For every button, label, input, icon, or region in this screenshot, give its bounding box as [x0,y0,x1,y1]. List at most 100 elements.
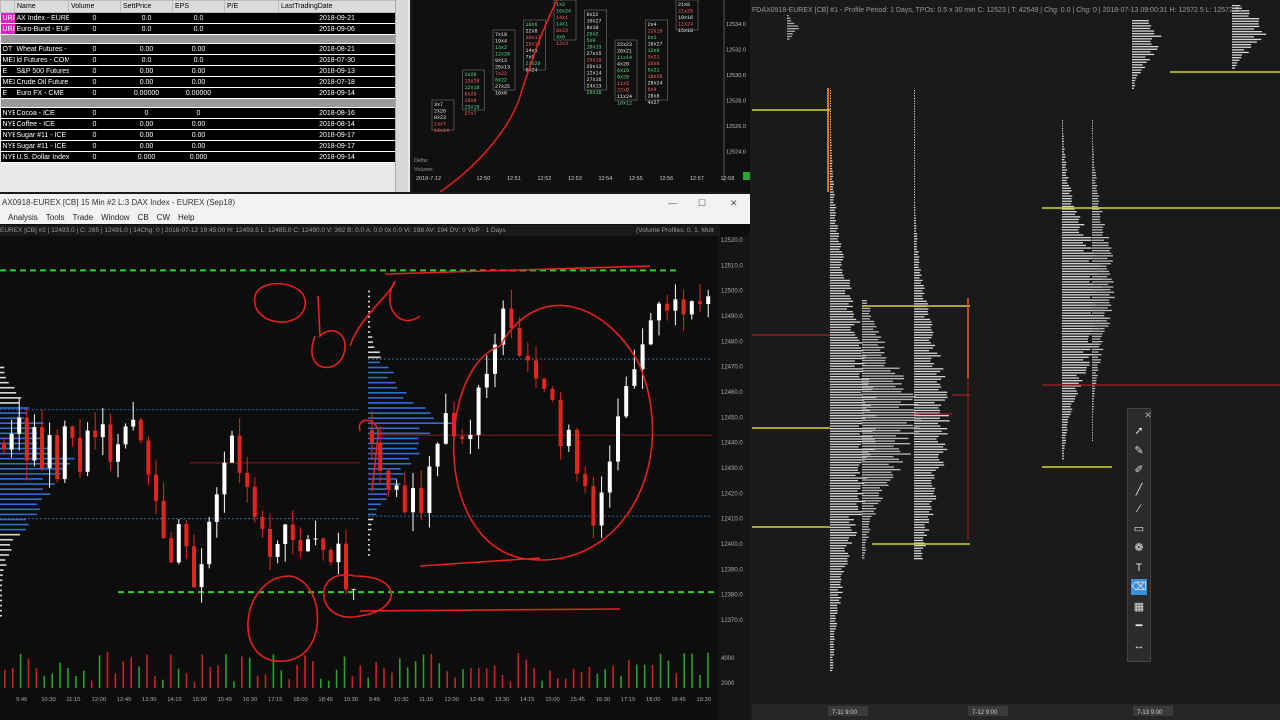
tpo-row [1062,421,1068,423]
volume-profile-bar [0,376,6,379]
footprint-cell: 10x16 [678,15,693,21]
tpo-row [830,511,863,513]
menu-cb[interactable]: CB [138,213,149,222]
tpo-row [1062,369,1087,371]
quote-row[interactable]: MEXld Futures - COM00.00.02018-07-30 [0,54,396,66]
quote-row[interactable]: NYBISugar #11 - ICE00.000.002018-09-17 [0,129,396,141]
quote-row[interactable]: UREXAX Index - EURE00.00.02018-09-21 [0,12,396,24]
menu-window[interactable]: Window [101,213,129,222]
toolbar-close-icon[interactable]: ✕ [1140,407,1156,423]
menu-analysis[interactable]: Analysis [8,213,38,222]
tpo-row [830,365,855,367]
tpo-row [1132,61,1147,63]
pattern-icon[interactable]: ▦ [1131,599,1147,615]
volume-bar [541,680,543,688]
quote-scrollbar[interactable] [395,0,408,192]
volume-profile-bar [0,508,41,511]
eps-cell: 0.000 [172,151,225,163]
eraser-icon[interactable]: ⌫ [1131,579,1147,595]
quote-row[interactable]: E S&P 500 Futures 0 0.00 0.00 2018-09-13 [0,65,396,77]
instrument-name: Coffee - ICE [14,118,69,130]
tpo-row [830,110,831,113]
menu-tools[interactable]: Tools [46,213,65,222]
close-icon[interactable]: ✕ [730,194,738,212]
tpo-row [862,448,899,450]
time-axis-label: 19:30 [696,697,711,703]
fill-icon[interactable]: ❁ [1131,540,1147,556]
tpo-row [830,287,852,289]
main-chart-window[interactable]: AX0918-EUREX [CB] 15 Min #2 L:3 DAX Inde… [0,194,750,720]
tpo-row [914,477,935,479]
volume-profile-bar [368,533,370,536]
volume-profile-bar [368,336,373,338]
footprint-canvas[interactable]: 12534.0 12532.0 12530.0 12528.0 12526.0 12524… [412,0,750,192]
tpo-row [1062,187,1071,189]
tpo-row [914,446,944,448]
quote-row[interactable]: NYBICoffee - ICE00.000.002018-08-14 [0,118,396,130]
profile-chart-window[interactable]: FDAX0918-EUREX [CB] #1 - Profile Period:… [752,0,1280,720]
pointer-icon[interactable]: ➚ [1131,423,1147,439]
main-window-titlebar[interactable]: AX0918-EUREX [CB] 15 Min #2 L:3 DAX Inde… [0,194,750,212]
column-header[interactable]: P/E [224,0,279,13]
footprint-chart[interactable]: 12534.0 12532.0 12530.0 12528.0 12526.0 12524… [412,0,750,192]
tpo-row [1062,442,1066,444]
tpo-row [1092,169,1096,171]
brush-icon[interactable]: ⁄ [1131,501,1147,517]
quote-row[interactable]: NYBISugar #11 - ICE00.000.002018-09-17 [0,140,396,152]
minimize-icon[interactable]: — [668,194,677,212]
tpo-row [914,558,923,560]
menu-trade[interactable]: Trade [72,213,93,222]
tpo-row [1092,224,1105,226]
tpo-row [1062,455,1065,457]
footprint-cell: 13x2 [495,45,507,51]
tpo-row [862,508,877,510]
quote-row[interactable] [0,98,396,108]
column-header[interactable]: Volume [68,0,121,13]
marker-icon[interactable]: ✐ [1131,462,1147,478]
candlestick-chart[interactable]: 12520.0 12510.0 12500.0 12490.0 12480.0 12470… [0,236,750,720]
footprint-cell: 3x7 [434,102,443,108]
time-axis-label: 9:45 [16,697,27,703]
tpo-row [914,334,933,336]
footprint-cell: 9x13 [495,58,507,64]
quote-row[interactable]: NYBICocoa - ICE0002018-08-16 [0,107,396,119]
pencil-icon[interactable]: ✎ [1131,443,1147,459]
quote-row[interactable]: NYBIU.S. Dollar Index -00.0000.0002018-0… [0,151,396,163]
tpo-row [1092,229,1103,231]
tpo-row [914,456,939,458]
date-cell: 2018-09-13 [278,65,396,77]
quote-row[interactable]: MEXCrude Oil Future00.000.002018-07-18 [0,76,396,88]
column-header[interactable]: LastTradingDate [278,0,396,13]
quote-row[interactable]: OTWheat Futures - CB00.000.002018-08-21 [0,43,396,55]
column-header[interactable]: SettPrice [120,0,173,13]
column-header[interactable]: EPS [172,0,225,13]
quote-row[interactable] [0,34,396,44]
tpo-row [1132,43,1152,45]
column-header[interactable]: Name [14,0,69,13]
menu-cw[interactable]: CW [157,213,170,222]
footprint-cell: 24x13 [587,84,602,90]
maximize-icon[interactable]: ☐ [698,194,706,212]
text-icon[interactable]: T [1131,560,1147,576]
tpo-row [862,445,894,447]
quote-row[interactable]: E Euro FX - CME 0 0.00000 0.00000 2018-09-14 [0,87,396,99]
tpo-row [830,165,833,167]
tpo-row [1062,268,1098,270]
volume-bar [19,653,22,688]
tpo-row [1062,242,1084,244]
date-cell: 2018-08-14 [278,118,396,130]
line-icon[interactable]: ╱ [1131,482,1147,498]
tpo-row [862,528,871,531]
menu-help[interactable]: Help [178,213,194,222]
tpo-row [914,469,936,471]
resize-icon[interactable]: ↔ [1131,638,1147,654]
rectangle-icon[interactable]: ▭ [1131,521,1147,537]
volume-profile-bar [368,544,370,546]
quote-row[interactable]: UREXEuro-Bund - EURE00.00.02018-09-06 [0,23,396,35]
tpo-profile-canvas[interactable]: 7-11 9:00 7-12 9:00 7-13 9:00 [752,0,1280,720]
time-axis-label: 13:30 [142,697,157,703]
tpo-row [830,100,831,102]
tpo-row [914,103,915,105]
tpo-row [830,311,853,313]
thickness-icon[interactable]: ━ [1131,618,1147,634]
